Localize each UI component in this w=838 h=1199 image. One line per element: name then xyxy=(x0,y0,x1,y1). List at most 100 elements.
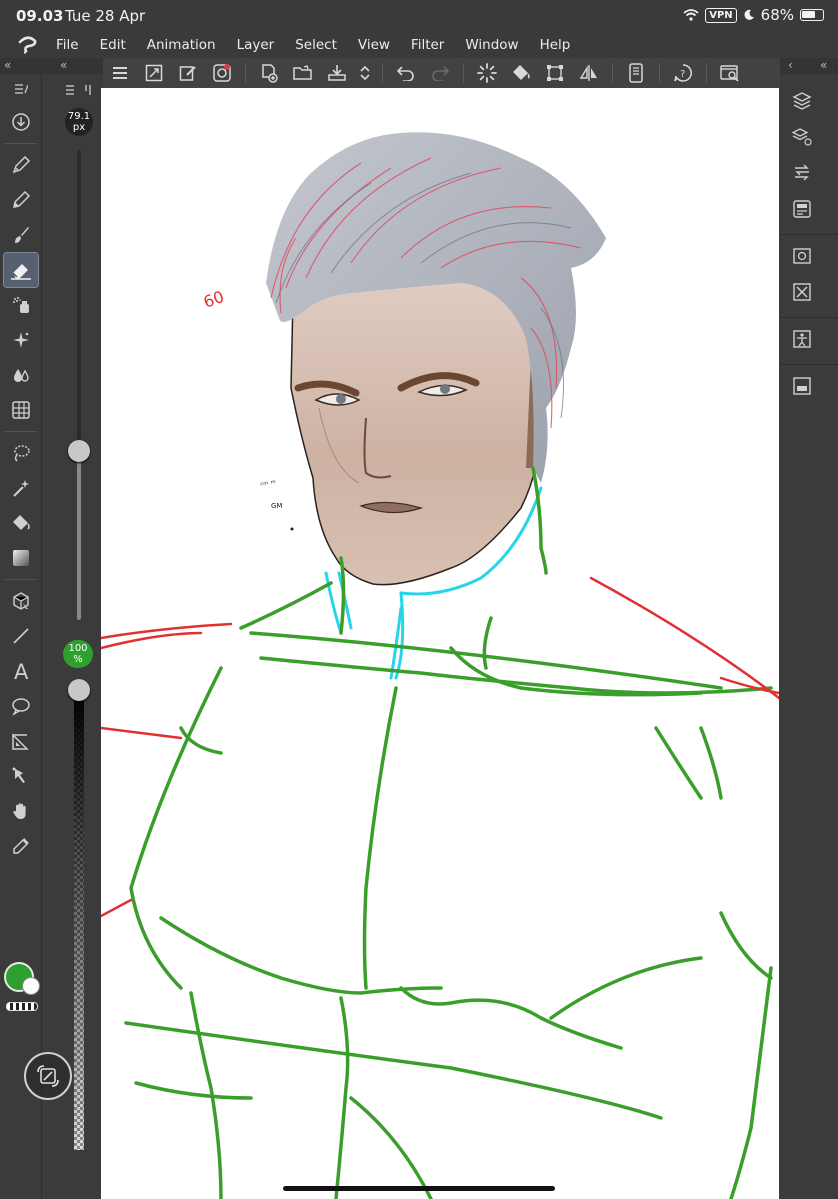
home-indicator[interactable] xyxy=(283,1186,555,1191)
save-icon[interactable] xyxy=(320,58,354,88)
menu-file[interactable]: File xyxy=(56,37,79,53)
ruler-icon[interactable] xyxy=(4,724,38,758)
right-panel-group-4 xyxy=(780,364,838,403)
layer-property-icon[interactable] xyxy=(782,120,822,154)
menu-filter[interactable]: Filter xyxy=(411,37,444,53)
eyedropper-icon[interactable] xyxy=(4,829,38,863)
toolbar-separator xyxy=(245,63,246,83)
battery-icon xyxy=(800,9,824,21)
panel-menu-icon[interactable] xyxy=(14,83,28,95)
collapse-right-icon[interactable]: ‹ xyxy=(788,58,793,72)
fill-icon[interactable] xyxy=(4,506,38,540)
right-panel-group-3 xyxy=(780,317,838,356)
menu-bar: File Edit Animation Layer Select View Fi… xyxy=(0,32,838,58)
decoration-icon[interactable] xyxy=(4,323,38,357)
body-green-sketch xyxy=(124,466,773,1199)
pencil-icon[interactable] xyxy=(4,183,38,217)
menu-help[interactable]: Help xyxy=(540,37,571,53)
layers-icon[interactable] xyxy=(782,84,822,118)
3d-icon[interactable] xyxy=(4,584,38,618)
line-icon[interactable] xyxy=(4,619,38,653)
help-icon[interactable]: ? xyxy=(666,58,700,88)
sub-view-icon[interactable] xyxy=(782,369,822,403)
blend-icon[interactable] xyxy=(4,358,38,392)
search-icon[interactable] xyxy=(782,239,822,273)
magic-wand-icon[interactable] xyxy=(4,471,38,505)
tool-separator xyxy=(5,143,37,144)
panel-menu-icon[interactable] xyxy=(64,83,94,97)
toolbar-separator xyxy=(706,63,707,83)
operation-icon[interactable] xyxy=(4,759,38,793)
frame-icon[interactable] xyxy=(4,393,38,427)
material-icon[interactable] xyxy=(782,275,822,309)
canvas-rotate-icon xyxy=(37,1065,59,1087)
new-file-icon[interactable] xyxy=(252,58,286,88)
device-icon[interactable] xyxy=(619,58,653,88)
collapse-right-2-icon[interactable]: « xyxy=(820,58,827,72)
battery-fill xyxy=(802,11,815,18)
brush-size-panel: 79.1 px 100 % xyxy=(58,74,100,1199)
size-panel-header xyxy=(64,82,94,101)
fill-icon[interactable] xyxy=(504,58,538,88)
pen-icon[interactable] xyxy=(4,148,38,182)
collapse-left-icon[interactable]: « xyxy=(4,58,11,72)
quick-access-button[interactable] xyxy=(24,1052,72,1100)
navigator-icon[interactable] xyxy=(782,192,822,226)
toolbar-separator xyxy=(612,63,613,83)
airbrush-icon[interactable] xyxy=(4,288,38,322)
status-date: Tue 28 Apr xyxy=(65,7,146,25)
toolbar-separator xyxy=(659,63,660,83)
menu-window[interactable]: Window xyxy=(465,37,518,53)
brush-opacity-gradient xyxy=(74,690,84,1150)
undo-icon[interactable] xyxy=(389,58,423,88)
menu-layer[interactable]: Layer xyxy=(237,37,275,53)
balloon-icon[interactable] xyxy=(4,689,38,723)
annotation-dot xyxy=(290,527,294,531)
loading-icon[interactable] xyxy=(470,58,504,88)
gradient-icon[interactable] xyxy=(4,541,38,575)
annotation-scribble-1: ᶜᵐ ᵐ xyxy=(260,478,277,490)
canvas-fit-icon[interactable] xyxy=(137,58,171,88)
tool-separator xyxy=(5,579,37,580)
text-icon[interactable]: A xyxy=(4,654,38,688)
menu-animation[interactable]: Animation xyxy=(147,37,216,53)
edit-icon[interactable] xyxy=(171,58,205,88)
settings-icon[interactable] xyxy=(713,58,747,88)
download-icon[interactable] xyxy=(4,105,38,139)
menu-select[interactable]: Select xyxy=(295,37,337,53)
brush-opacity-slider-knob[interactable] xyxy=(68,679,90,701)
wifi-icon xyxy=(683,9,699,21)
right-panel-group-2 xyxy=(780,234,838,309)
collapse-left-2-icon[interactable]: « xyxy=(60,58,67,72)
toolbar-separator xyxy=(463,63,464,83)
history-icon[interactable] xyxy=(782,156,822,190)
hand-icon[interactable] xyxy=(4,794,38,828)
menu-edit[interactable]: Edit xyxy=(100,37,126,53)
redo-icon[interactable] xyxy=(423,58,457,88)
sub-color-swatch[interactable] xyxy=(22,977,40,995)
drawing-canvas[interactable]: 60 ᶜᵐ ᵐ GM xyxy=(101,88,779,1199)
menu-icon[interactable] xyxy=(103,58,137,88)
right-panel xyxy=(780,74,838,1199)
open-icon[interactable] xyxy=(286,58,320,88)
lasso-icon[interactable] xyxy=(4,436,38,470)
vpn-badge: VPN xyxy=(705,7,737,23)
brush-size-fill xyxy=(77,450,81,620)
app-root: 09.03 Tue 28 Apr VPN 68% File Edit Anima… xyxy=(0,0,838,1199)
pose-icon[interactable] xyxy=(782,322,822,356)
transparent-color-swatch[interactable] xyxy=(6,1002,38,1011)
right-panel-spacer xyxy=(780,74,838,82)
stepper-icon[interactable] xyxy=(354,58,376,88)
app-logo-icon[interactable] xyxy=(16,36,40,54)
brush-opacity-badge: 100 % xyxy=(63,640,93,668)
flip-icon[interactable] xyxy=(572,58,606,88)
eraser-icon[interactable] xyxy=(3,252,39,288)
brush-opacity-unit: % xyxy=(73,654,83,665)
rotate-icon[interactable] xyxy=(205,58,239,88)
brush-icon[interactable] xyxy=(4,218,38,252)
svg-text:A: A xyxy=(14,660,29,682)
brush-size-slider-knob[interactable] xyxy=(68,439,90,462)
menu-view[interactable]: View xyxy=(358,37,390,53)
brush-size-badge: 79.1 px xyxy=(65,108,93,136)
transform-icon[interactable] xyxy=(538,58,572,88)
